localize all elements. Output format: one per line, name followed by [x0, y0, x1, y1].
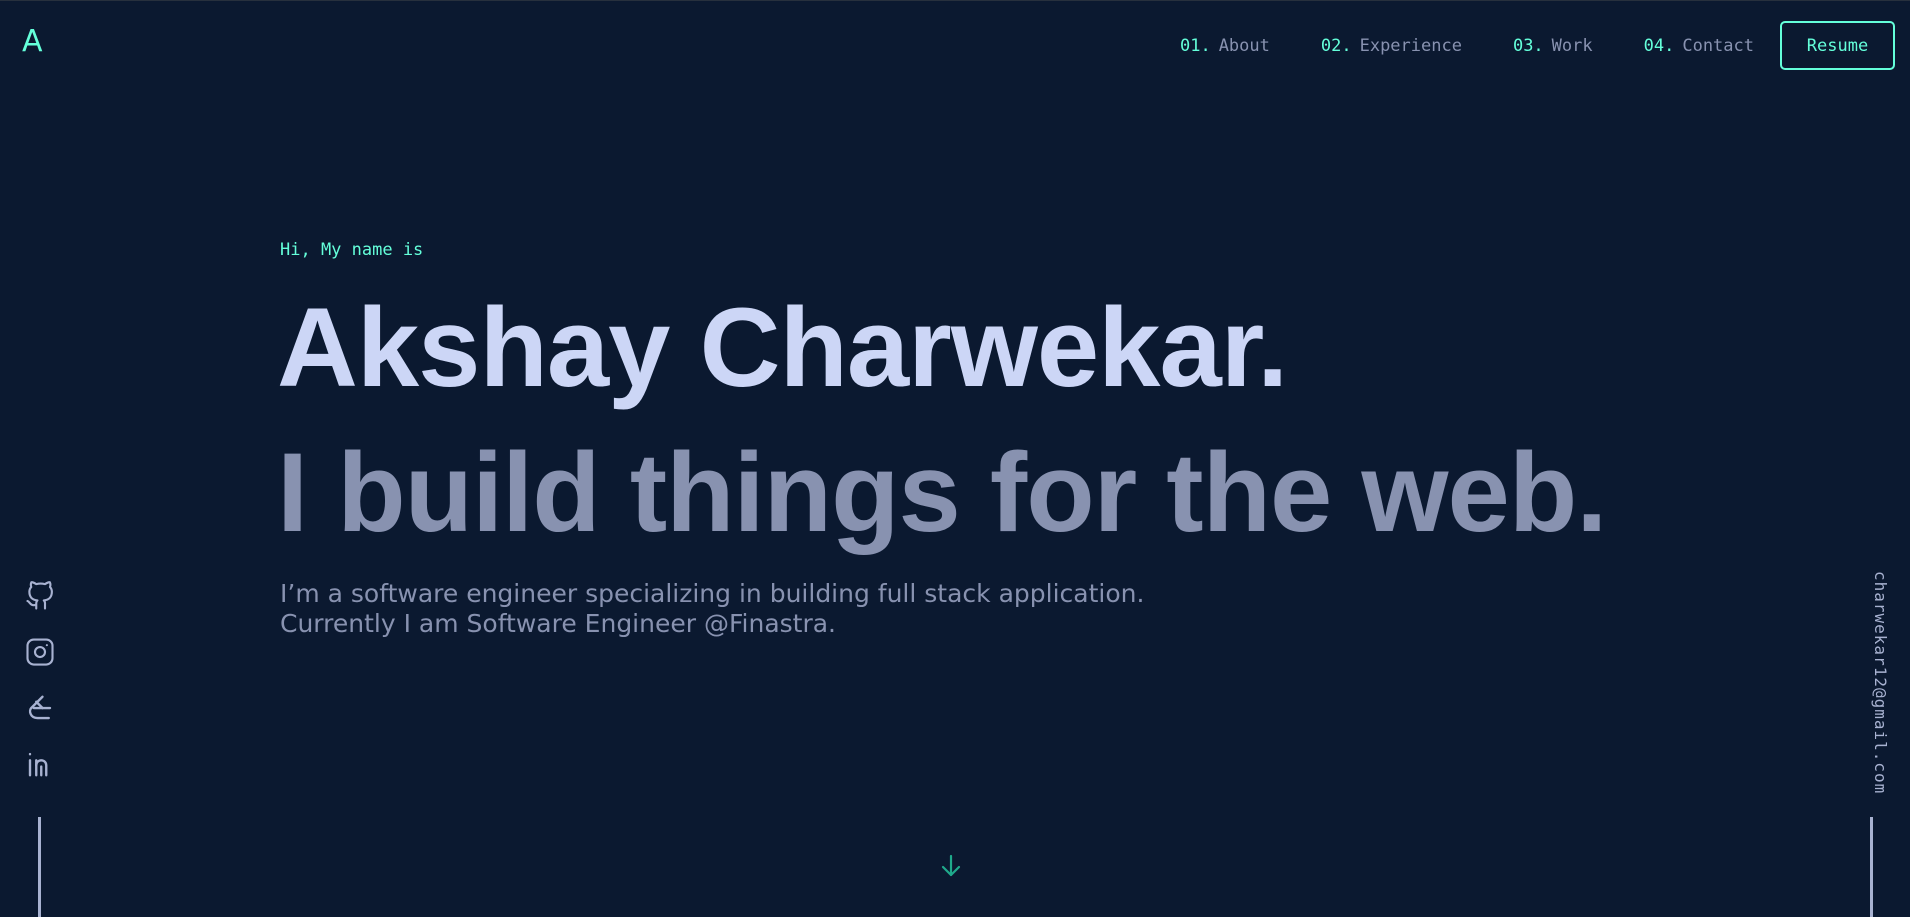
nav-item-experience[interactable]: 02. Experience: [1321, 36, 1462, 56]
hero-description-line: I’m a software engineer specializing in …: [280, 579, 1145, 608]
nav-item-number: 04.: [1643, 35, 1675, 56]
hero-greeting: Hi, My name is: [280, 240, 424, 260]
linkedin-icon: [28, 752, 48, 777]
nav-item-work[interactable]: 03. Work: [1513, 36, 1593, 56]
email-link[interactable]: charwekar12@gmail.com: [1871, 571, 1890, 794]
codepen-link[interactable]: [25, 693, 55, 723]
social-links: [25, 581, 55, 805]
resume-button[interactable]: Resume: [1780, 21, 1895, 70]
instagram-icon: [26, 638, 54, 666]
nav-item-about[interactable]: 01. About: [1180, 36, 1270, 56]
main-nav: 01. About 02. Experience 03. Work 04. Contac…: [1180, 21, 1895, 70]
left-sidebar-line: [38, 817, 41, 917]
github-link[interactable]: [25, 581, 55, 611]
site-logo[interactable]: A: [22, 27, 43, 57]
hero-name: Akshay Charwekar.: [277, 285, 1288, 410]
nav-item-number: 01.: [1179, 35, 1211, 56]
nav-item-label: Experience: [1359, 35, 1462, 56]
arrow-down-icon[interactable]: [939, 853, 963, 879]
hero-tagline: I build things for the web.: [277, 430, 1607, 555]
nav-item-number: 03.: [1512, 35, 1544, 56]
hero-description-line: Currently I am Software Engineer @Finast…: [280, 609, 837, 638]
nav-item-label: Contact: [1682, 35, 1754, 56]
nav-item-contact[interactable]: 04. Contact: [1644, 36, 1754, 56]
right-sidebar-line: [1870, 817, 1873, 917]
nav-item-number: 02.: [1320, 35, 1352, 56]
linkedin-link[interactable]: [25, 749, 55, 779]
instagram-link[interactable]: [25, 637, 55, 667]
nav-item-label: Work: [1551, 35, 1593, 56]
github-icon: [26, 581, 53, 610]
hero-description: I’m a software engineer specializing in …: [280, 579, 1144, 639]
nav-item-label: About: [1218, 35, 1270, 56]
codepen-icon: [28, 695, 52, 720]
